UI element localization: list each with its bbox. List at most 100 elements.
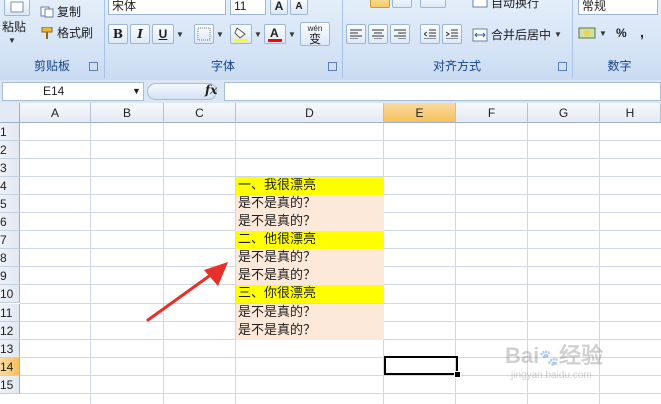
column-header-a[interactable]: A: [20, 103, 91, 123]
align-bottom-button[interactable]: [392, 0, 412, 8]
select-all-corner[interactable]: [0, 103, 20, 123]
wrap-text-button[interactable]: 自动换行: [472, 0, 539, 11]
phonetic-button[interactable]: wén 变: [300, 22, 330, 46]
bold-icon: B: [112, 27, 124, 41]
column-header-d[interactable]: D: [236, 103, 384, 123]
cell-d8[interactable]: 是不是真的？: [236, 249, 384, 268]
borders-dropdown-icon[interactable]: ▼: [216, 30, 224, 39]
cell-d7[interactable]: 二、他很漂亮: [236, 231, 384, 250]
column-header-c[interactable]: C: [164, 103, 236, 123]
alignment-group: 自动换行 合并后居中 ▼ 对齐方式: [342, 0, 573, 78]
watermark-brand: Bai: [505, 343, 540, 368]
cell-d10[interactable]: 三、你很漂亮: [236, 285, 384, 304]
percent-button[interactable]: %: [616, 26, 627, 40]
italic-icon: I: [137, 27, 143, 41]
row-header-14[interactable]: 14: [0, 357, 20, 376]
shrink-font-icon: A: [295, 0, 303, 12]
cell-d5[interactable]: 是不是真的？: [236, 195, 384, 214]
merge-dropdown-icon[interactable]: ▼: [554, 30, 562, 39]
column-header-f[interactable]: F: [456, 103, 528, 123]
fill-handle[interactable]: [454, 371, 461, 378]
copy-button[interactable]: 复制: [40, 3, 81, 20]
percent-icon: %: [616, 26, 627, 40]
fill-color-dropdown-icon[interactable]: ▼: [254, 30, 262, 39]
row-header-10[interactable]: 10: [0, 285, 20, 304]
underline-dropdown-icon[interactable]: ▼: [176, 30, 184, 39]
row-header-12[interactable]: 12: [0, 321, 20, 340]
active-cell-e14[interactable]: [384, 356, 458, 375]
borders-button[interactable]: [194, 24, 214, 44]
align-center-button[interactable]: [368, 24, 388, 44]
grow-font-button[interactable]: A: [270, 0, 288, 15]
column-header-b[interactable]: B: [91, 103, 164, 123]
grow-font-icon: A: [274, 0, 284, 13]
cell-d6[interactable]: 是不是真的？: [236, 213, 384, 232]
font-size-combo[interactable]: 11: [230, 0, 266, 15]
merge-center-label: 合并后居中: [491, 28, 552, 42]
row-header-4[interactable]: 4: [0, 177, 20, 196]
font-color-button[interactable]: A: [264, 24, 286, 44]
fill-color-button[interactable]: [230, 24, 252, 44]
copy-icon: [40, 6, 54, 17]
paste-dropdown-icon[interactable]: ▼: [8, 36, 16, 45]
row-header-5[interactable]: 5: [0, 195, 20, 214]
font-color-dropdown-icon[interactable]: ▼: [288, 30, 296, 39]
accounting-format-button[interactable]: ▼: [578, 26, 607, 40]
font-color-icon: A: [268, 26, 282, 42]
increase-indent-button[interactable]: [442, 24, 462, 44]
font-launcher-icon[interactable]: [328, 62, 337, 71]
format-painter-button[interactable]: 格式刷: [40, 24, 93, 41]
align-middle-button[interactable]: [370, 0, 390, 8]
number-format-combo[interactable]: 常规: [578, 0, 658, 15]
row-header-15[interactable]: 15: [0, 375, 20, 394]
fill-bucket-icon: [234, 27, 248, 42]
row-header-11[interactable]: 11: [0, 303, 20, 322]
font-group: 宋体 11 A A B I U ▼ ▼ ▼ A ▼ wén 变 字体: [104, 0, 343, 78]
bold-button[interactable]: B: [108, 24, 128, 44]
alignment-group-label: 对齐方式: [432, 59, 481, 73]
watermark-url: jingyan.baidu.com: [511, 370, 592, 381]
name-box[interactable]: E14: [2, 82, 144, 101]
font-name-combo[interactable]: 宋体: [108, 0, 226, 15]
row-header-1[interactable]: 1: [0, 123, 20, 141]
merge-center-button[interactable]: 合并后居中 ▼: [472, 26, 562, 43]
comma-button[interactable]: ,: [640, 24, 644, 40]
column-header-h[interactable]: H: [600, 103, 661, 123]
row-gridline: [20, 158, 661, 160]
wrap-text-icon: [472, 0, 488, 7]
formula-input[interactable]: [224, 82, 661, 101]
orientation-button[interactable]: [420, 0, 446, 8]
shrink-font-button[interactable]: A: [290, 0, 308, 15]
cell-d4[interactable]: 一、我很漂亮: [236, 177, 384, 196]
font-group-label: 字体: [210, 59, 235, 73]
column-header-e[interactable]: E: [384, 103, 456, 123]
merge-center-icon: [472, 28, 488, 41]
italic-button[interactable]: I: [130, 24, 150, 44]
paste-button[interactable]: 粘贴: [2, 18, 26, 35]
row-header-6[interactable]: 6: [0, 213, 20, 232]
row-header-8[interactable]: 8: [0, 249, 20, 268]
align-right-button[interactable]: [390, 24, 410, 44]
row-header-9[interactable]: 9: [0, 267, 20, 286]
cell-d9[interactable]: 是不是真的？: [236, 267, 384, 286]
row-header-2[interactable]: 2: [0, 141, 20, 160]
accounting-dropdown-icon[interactable]: ▼: [599, 29, 607, 38]
name-box-dropdown-icon[interactable]: ▼: [132, 86, 141, 96]
cell-d11[interactable]: 是不是真的？: [236, 303, 384, 322]
align-left-button[interactable]: [346, 24, 366, 44]
row-header-13[interactable]: 13: [0, 339, 20, 358]
row-header-7[interactable]: 7: [0, 231, 20, 250]
alignment-launcher-icon[interactable]: [558, 62, 567, 71]
cell-d12[interactable]: 是不是真的？: [236, 321, 384, 340]
paste-icon[interactable]: [4, 0, 30, 16]
comma-icon: ,: [640, 24, 644, 40]
clipboard-launcher-icon[interactable]: [89, 62, 98, 71]
underline-button[interactable]: U: [152, 24, 174, 44]
copy-label: 复制: [57, 5, 82, 19]
align-right-icon: [394, 29, 406, 39]
insert-function-icon[interactable]: fx: [205, 83, 217, 97]
column-header-g[interactable]: G: [528, 103, 600, 123]
baidu-watermark: Bai🐾经验 jingyan.baidu.com: [505, 343, 604, 381]
row-header-3[interactable]: 3: [0, 159, 20, 178]
decrease-indent-button[interactable]: [420, 24, 440, 44]
